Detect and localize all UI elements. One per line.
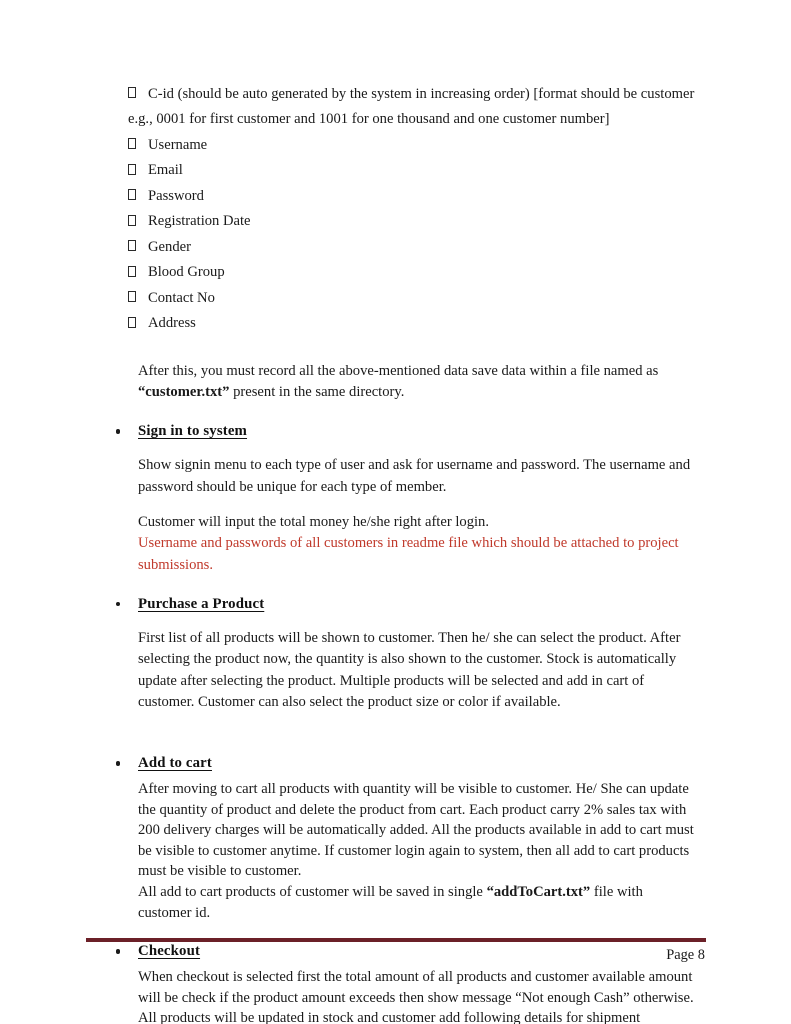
- list-item: Username: [128, 135, 700, 156]
- bullet-dot-icon: [116, 761, 121, 766]
- list-item-label: Email: [148, 162, 183, 179]
- list-item: Blood Group: [128, 262, 700, 283]
- box-bullet-icon: [128, 265, 136, 277]
- list-item-label: Username: [148, 136, 208, 153]
- section-purchase-a-product: Purchase a Product: [116, 594, 700, 614]
- section-heading: Checkout: [138, 943, 201, 960]
- signin-paragraph-1: Show signin menu to each type of user an…: [138, 457, 691, 495]
- signin-paragraph-2: Customer will input the total money he/s…: [138, 514, 489, 531]
- section-heading: Add to cart: [138, 755, 212, 772]
- box-bullet-icon: [128, 163, 136, 175]
- list-item-label: Gender: [148, 238, 191, 255]
- section-heading: Purchase a Product: [138, 595, 265, 612]
- section-add-to-cart: Add to cart: [116, 753, 700, 773]
- box-bullet-icon: [128, 240, 136, 252]
- box-bullet-icon: [128, 189, 136, 201]
- section-sign-in-to-system: Sign in to system: [116, 421, 700, 441]
- record-note-text-after: present in the same directory.: [229, 384, 405, 401]
- list-item: Email: [128, 160, 700, 181]
- checkout-paragraph-1: When checkout is selected first the tota…: [138, 969, 694, 1024]
- bullet-dot-icon: [116, 949, 121, 954]
- section-heading: Sign in to system: [138, 423, 248, 440]
- addtocart-paragraph-1: After moving to cart all products with q…: [138, 781, 694, 880]
- list-item: Contact No: [128, 288, 700, 309]
- box-bullet-icon: [128, 214, 136, 226]
- footer-divider: [86, 938, 706, 942]
- box-bullet-icon: [128, 87, 136, 99]
- purchase-paragraph-1: First list of all products will be shown…: [138, 629, 681, 710]
- list-item-label-line2: e.g., 0001 for first customer and 1001 f…: [128, 111, 610, 128]
- record-note-paragraph: After this, you must record all the abov…: [138, 361, 700, 404]
- list-item: Password: [128, 186, 700, 207]
- record-note-text-before: After this, you must record all the abov…: [138, 362, 659, 379]
- bullet-dot-icon: [116, 601, 121, 607]
- list-item-label: Contact No: [148, 289, 215, 306]
- customer-txt-filename: “customer.txt”: [138, 384, 230, 401]
- bullet-dot-icon: [116, 429, 121, 434]
- addtocart-text-before: All add to cart products of customer wil…: [138, 884, 487, 901]
- list-item-continuation: e.g., 0001 for first customer and 1001 f…: [128, 109, 700, 130]
- page-content: C-id (should be auto generated by the sy…: [110, 84, 700, 1024]
- addtocart-paragraph-2: All add to cart products of customer wil…: [138, 882, 700, 923]
- list-item: C-id (should be auto generated by the sy…: [128, 84, 700, 105]
- page-number: Page 8: [666, 947, 705, 963]
- list-item: Address: [128, 313, 700, 334]
- signin-paragraph-3-highlight: Username and passwords of all customers …: [138, 535, 679, 573]
- list-item-label: Registration Date: [148, 213, 251, 230]
- list-item: Registration Date: [128, 211, 700, 232]
- list-item-label: Password: [148, 187, 204, 204]
- addtocart-txt-filename: “addToCart.txt”: [486, 884, 591, 901]
- list-item: Gender: [128, 237, 700, 258]
- document-page: C-id (should be auto generated by the sy…: [0, 0, 791, 1024]
- list-item-label: Blood Group: [148, 264, 225, 281]
- customer-fields-list: C-id (should be auto generated by the sy…: [110, 84, 700, 335]
- box-bullet-icon: [128, 316, 136, 328]
- list-item-label: C-id (should be auto generated by the sy…: [148, 86, 695, 102]
- box-bullet-icon: [128, 291, 136, 303]
- section-checkout: Checkout: [116, 941, 700, 961]
- list-item-label: Address: [148, 315, 196, 332]
- box-bullet-icon: [128, 138, 136, 150]
